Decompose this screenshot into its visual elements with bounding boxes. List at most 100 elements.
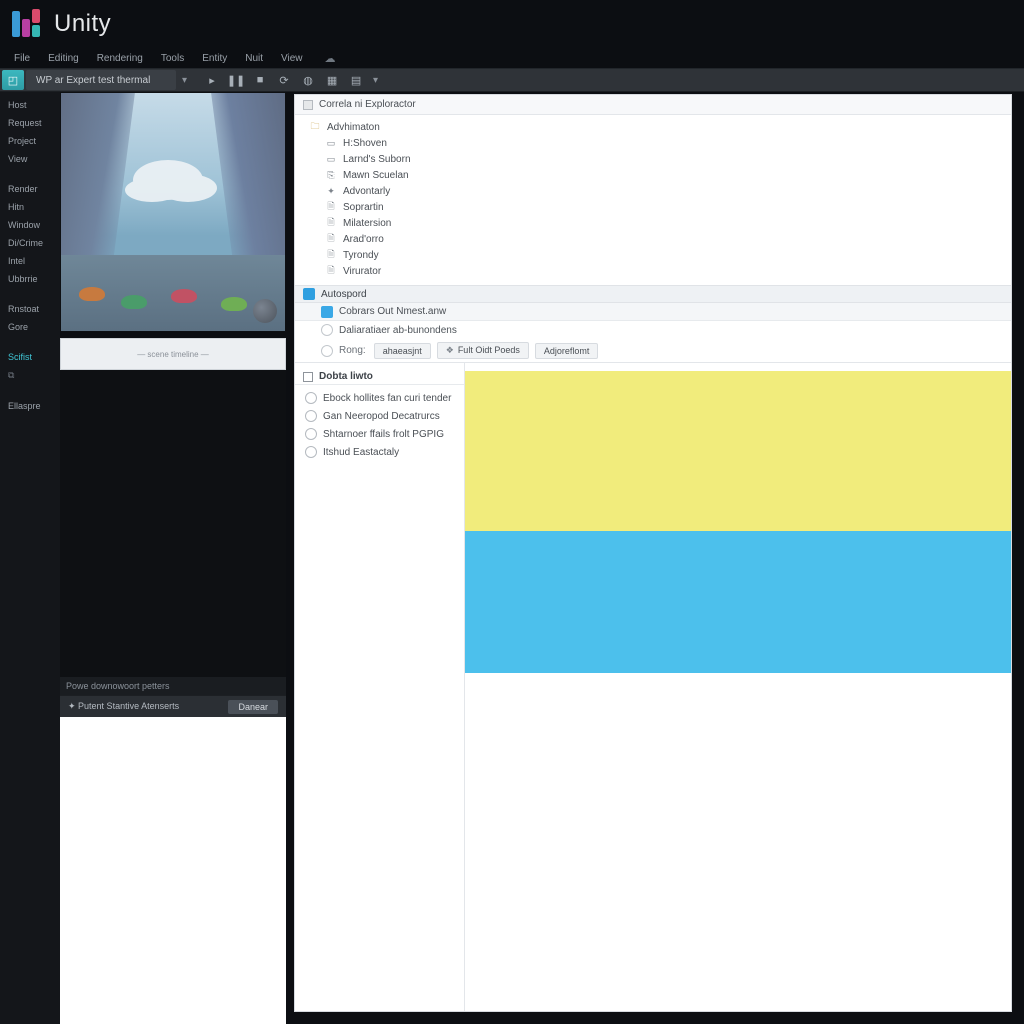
- cube-icon: [303, 288, 315, 300]
- bullet-icon: [305, 428, 317, 440]
- menu-view[interactable]: View: [281, 53, 303, 64]
- grid-icon[interactable]: ▤: [345, 70, 367, 90]
- section-title: Autospord: [321, 289, 367, 300]
- checkbox-icon[interactable]: [303, 100, 313, 110]
- menu-editing[interactable]: Editing: [48, 53, 79, 64]
- property-line: Daliaratiaer ab-bunondens: [295, 321, 1011, 339]
- rail-item[interactable]: Window: [4, 218, 56, 232]
- outline-row[interactable]: Ebock hollites fan curi tender: [295, 389, 464, 407]
- scene-view[interactable]: [60, 92, 286, 332]
- tree-label: Virurator: [343, 266, 381, 277]
- preview-blue-band: [465, 531, 1011, 673]
- tree-item[interactable]: 🗎Arad'orro: [295, 231, 1011, 247]
- view-gizmo-icon[interactable]: [253, 299, 277, 323]
- cloud-icon[interactable]: ☁: [325, 52, 336, 65]
- play-icon[interactable]: ▸: [201, 70, 223, 90]
- component-name: Cobrars Out Nmest.anw: [339, 306, 446, 317]
- asset-bar-button[interactable]: Danear: [228, 700, 278, 714]
- tree-item[interactable]: 🗎 Milatersion: [295, 215, 1011, 231]
- lower-white-area: [60, 717, 286, 1024]
- tree-item[interactable]: ⎘ Mawn Scuelan: [295, 167, 1011, 183]
- tool-select-icon[interactable]: ◰: [2, 70, 24, 90]
- property-chip[interactable]: ❖Fult Oidt Poeds: [437, 342, 529, 359]
- inspector-header: Correla ni Exploractor: [295, 95, 1011, 115]
- outline-row[interactable]: Gan Neeropod Decatrurcs: [295, 407, 464, 425]
- tree-label: Advhimaton: [327, 122, 380, 133]
- outline-label: Ebock hollites fan curi tender: [323, 393, 451, 404]
- sync-icon[interactable]: ⟳: [273, 70, 295, 90]
- cube-icon[interactable]: ▦: [321, 70, 343, 90]
- rail-item[interactable]: Rnstoat: [4, 302, 56, 316]
- radio-icon[interactable]: [321, 324, 333, 336]
- rail-item[interactable]: Ellaspre: [4, 399, 56, 413]
- outline-label: Gan Neeropod Decatrurcs: [323, 411, 440, 422]
- tree-label: H:Shoven: [343, 138, 387, 149]
- outline-row[interactable]: Shtarnoer ffails frolt PGPIG: [295, 425, 464, 443]
- rail-item-active[interactable]: Scifist: [4, 350, 56, 364]
- workspace: Host Request Project View Render Hitn Wi…: [0, 92, 1024, 1024]
- tree-item[interactable]: ✦Advontarly: [295, 183, 1011, 199]
- timeline-strip[interactable]: — scene timeline —: [60, 338, 286, 370]
- doc-icon: 🗎: [325, 233, 337, 245]
- radio-icon[interactable]: [321, 345, 333, 357]
- chevron-down-icon[interactable]: ▾: [178, 75, 191, 86]
- bullet-icon: [305, 446, 317, 458]
- status-line: Powe downowoort petters: [60, 677, 286, 695]
- tree-item[interactable]: 🗎Tyrondy: [295, 247, 1011, 263]
- tree-label: Advontarly: [343, 186, 390, 197]
- outline-header: Dobta liwto: [295, 369, 464, 385]
- script-icon: ⎘: [325, 169, 337, 181]
- tree-item[interactable]: ▭Larnd's Suborn: [295, 151, 1011, 167]
- rail-item[interactable]: Request: [4, 116, 56, 130]
- doc-icon: 🗎: [325, 217, 337, 229]
- rail-item[interactable]: Intel: [4, 254, 56, 268]
- rail-item[interactable]: View: [4, 152, 56, 166]
- tree-item[interactable]: 🗎 Virurator: [295, 263, 1011, 279]
- menu-entity[interactable]: Entity: [202, 53, 227, 64]
- rail-item[interactable]: Hitn: [4, 200, 56, 214]
- property-value-chip[interactable]: ahaeasjnt: [374, 343, 431, 359]
- property-text: Daliaratiaer ab-bunondens: [339, 325, 457, 336]
- preview-yellow-band: [465, 371, 1011, 531]
- rail-item[interactable]: Host: [4, 98, 56, 112]
- cube-icon: [321, 306, 333, 318]
- outline-list: Dobta liwto Ebock hollites fan curi tend…: [295, 363, 465, 1011]
- pause-icon[interactable]: ■: [249, 70, 271, 90]
- tree-root[interactable]: 🗀 Advhimaton: [295, 119, 1011, 135]
- tree-item[interactable]: 🗎Soprartin: [295, 199, 1011, 215]
- component-row[interactable]: Cobrars Out Nmest.anw: [295, 303, 1011, 321]
- app-logo: [12, 9, 42, 39]
- tree-label: Soprartin: [343, 202, 384, 213]
- square-icon: [303, 372, 313, 382]
- rail-item[interactable]: Di/Crime: [4, 236, 56, 250]
- asset-bar-label: ✦ Putent Stantive Atenserts: [68, 701, 179, 712]
- doc-icon: 🗎: [325, 265, 337, 277]
- chevron-down-icon-2[interactable]: ▾: [369, 75, 382, 86]
- component-icon: ▭: [325, 153, 337, 165]
- step-icon[interactable]: ❚❚: [225, 70, 247, 90]
- component-section-header[interactable]: Autospord: [295, 285, 1011, 303]
- hierarchy-tree: 🗀 Advhimaton ▭H:Shoven ▭Larnd's Suborn ⎘…: [295, 115, 1011, 285]
- property-chip[interactable]: Adjoreflomt: [535, 343, 599, 359]
- outline-label: Shtarnoer ffails frolt PGPIG: [323, 429, 444, 440]
- menu-tools[interactable]: Tools: [161, 53, 184, 64]
- outline-row[interactable]: Itshud Eastactaly: [295, 443, 464, 461]
- asset-bar: ✦ Putent Stantive Atenserts Danear: [60, 695, 286, 717]
- tree-label: Milatersion: [343, 218, 391, 229]
- breadcrumb-path[interactable]: WP ar Expert test thermal: [26, 70, 176, 90]
- rail-glyph-icon[interactable]: ⧉: [4, 368, 56, 383]
- menu-rendering[interactable]: Rendering: [97, 53, 143, 64]
- rail-item[interactable]: Render: [4, 182, 56, 196]
- rail-item[interactable]: Ubbrrie: [4, 272, 56, 286]
- scene-empty-area: [60, 370, 286, 677]
- menu-file[interactable]: File: [14, 53, 30, 64]
- tree-item[interactable]: ▭H:Shoven: [295, 135, 1011, 151]
- rail-item[interactable]: Gore: [4, 320, 56, 334]
- outline-title: Dobta liwto: [319, 371, 373, 382]
- menu-bar: File Editing Rendering Tools Entity Nuit…: [0, 48, 1024, 68]
- rail-item[interactable]: Project: [4, 134, 56, 148]
- preview-canvas[interactable]: [465, 363, 1011, 1011]
- tree-label: Mawn Scuelan: [343, 170, 409, 181]
- menu-nuit[interactable]: Nuit: [245, 53, 263, 64]
- globe-icon[interactable]: ◍: [297, 70, 319, 90]
